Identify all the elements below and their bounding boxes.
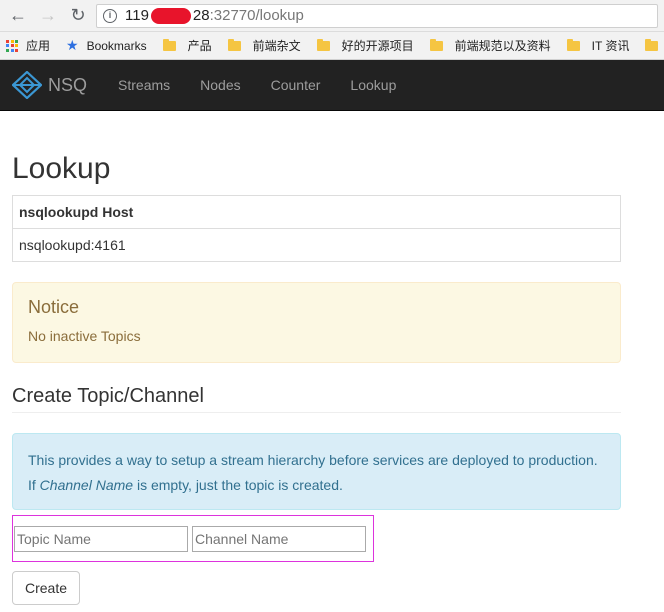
back-button[interactable]: ← [6,4,30,28]
forward-button[interactable]: → [36,4,60,28]
reload-button[interactable]: ↻ [66,4,90,28]
browser-address-bar: ← → ↻ i 119 28 :32770/lookup [0,0,664,32]
brand-name: NSQ [48,74,88,95]
bookmark-apps[interactable]: 应用 [6,37,50,54]
bookmark-label: 前端规范以及资料 [454,39,551,53]
star-icon: ★ [66,37,79,53]
table-row: nsqlookupd:4161 [12,228,621,262]
create-heading: Create Topic/Channel [12,385,621,413]
app-navbar: NSQ Streams Nodes Counter Lookup [0,60,664,111]
create-form-fields [12,515,374,562]
folder-icon [645,38,659,51]
brand-link[interactable]: NSQ [0,71,87,99]
bookmark-folder[interactable]: IT 资讯 [566,37,630,54]
bookmark-folder[interactable]: 前端规范以及资料 [429,37,551,54]
table-header-row: nsqlookupd Host [12,195,621,229]
apps-icon [6,39,18,52]
bookmark-folder[interactable]: 前端杂文 [227,37,301,54]
folder-icon [227,38,241,51]
folder-icon [162,38,176,51]
bookmarks-bar: 应用 ★ Bookmarks 产品 前端杂文 好的开源项目 前端规范以及资料 I… [0,32,664,60]
bookmark-label: 应用 [26,39,51,53]
info-line-2-emphasis: Channel Name [39,477,134,493]
nav-streams[interactable]: Streams [103,60,185,110]
nav-nodes[interactable]: Nodes [185,60,255,110]
notice-alert: Notice No inactive Topics [12,282,621,363]
url-host-start: 119 [125,7,149,24]
info-line-2-post: is empty, just the topic is created. [133,477,343,493]
nav-lookup[interactable]: Lookup [335,60,411,110]
bookmark-label: 产品 [187,39,212,53]
nsq-logo-icon [12,71,42,99]
folder-icon [429,38,443,51]
info-icon[interactable]: i [103,8,117,23]
url-input[interactable]: i 119 28 :32770/lookup [96,3,658,28]
info-line-2: If Channel Name is empty, just the topic… [28,473,605,498]
bookmark-bookmarks[interactable]: ★ Bookmarks [66,37,147,54]
create-button[interactable]: Create [12,571,80,605]
bookmark-label: Bookmarks [86,38,147,53]
table-cell: nsqlookupd:4161 [12,228,621,262]
topic-name-input[interactable] [14,525,188,552]
bookmark-label: 好的开源项目 [341,39,414,53]
channel-name-input[interactable] [192,525,366,552]
notice-text: No inactive Topics [28,328,141,344]
arrow-left-icon: ← [9,5,27,25]
table-header: nsqlookupd Host [12,195,621,229]
page-title: Lookup [12,152,111,185]
nav-counter[interactable]: Counter [256,60,336,110]
folder-icon [566,38,580,51]
folder-icon [316,38,330,51]
bookmark-label: 前端杂文 [252,39,301,53]
url-redaction-mark [150,7,191,24]
bookmark-folder[interactable]: 产品 [162,37,212,54]
bookmark-label: IT 资讯 [591,39,630,53]
bookmark-folder-overflow[interactable] [645,38,664,51]
main-content: Lookup nsqlookupd Host nsqlookupd:4161 N… [12,153,622,605]
notice-title: Notice [28,297,80,317]
url-host-end: 28 [192,7,210,24]
bookmark-folder[interactable]: 好的开源项目 [316,37,414,54]
url-path: :32770/lookup [209,7,304,24]
lookupd-hosts-table: nsqlookupd Host nsqlookupd:4161 [12,195,621,262]
arrow-right-icon: → [39,5,57,25]
info-line-2-pre: If [28,477,40,493]
reload-icon: ↻ [70,5,86,25]
info-alert: This provides a way to setup a stream hi… [12,433,621,510]
info-line-1: This provides a way to setup a stream hi… [28,452,598,468]
